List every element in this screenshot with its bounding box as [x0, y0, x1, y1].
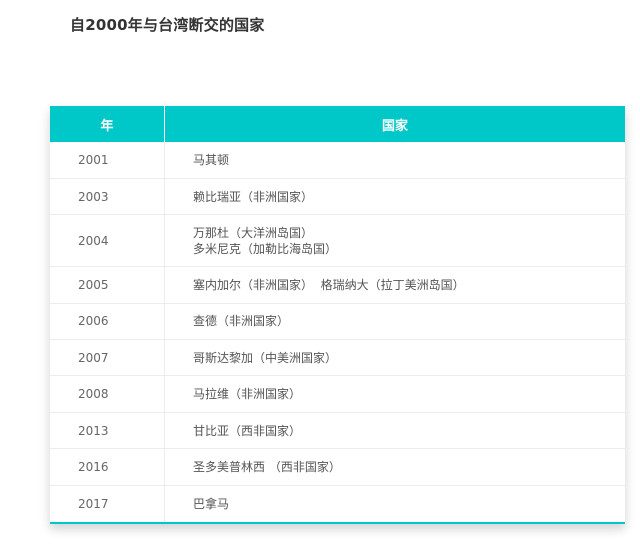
page-title: 自2000年与台湾断交的国家	[70, 16, 265, 34]
countries-table-card: 年 国家 2001 马其顿 2003 赖比瑞亚（非洲国家） 2004 万那杜（大…	[50, 106, 625, 524]
year-cell: 2006	[50, 303, 165, 341]
country-cell: 圣多美普林西 （西非国家）	[164, 448, 625, 486]
header-year: 年	[50, 106, 165, 142]
table-row: 2008 马拉维（非洲国家）	[50, 375, 625, 413]
country-name: 甘比亚（西非国家）	[193, 423, 302, 438]
country-cell: 马其顿	[164, 142, 625, 179]
country-name: 马拉维（非洲国家）	[193, 387, 302, 402]
year-cell: 2004	[50, 214, 165, 268]
country-cell: 赖比瑞亚（非洲国家）	[164, 178, 625, 216]
country-name: 万那杜（大洋洲岛国）	[193, 225, 314, 240]
table-row: 2001 马其顿	[50, 142, 625, 179]
country-name: 塞内加尔（非洲国家） 格瑞纳大（拉丁美洲岛国）	[193, 277, 465, 292]
country-cell: 马拉维（非洲国家）	[164, 375, 625, 413]
country-cell: 巴拿马	[165, 485, 626, 521]
year-cell: 2005	[50, 266, 165, 304]
country-name: 马其顿	[193, 152, 230, 167]
table-row: 2003 赖比瑞亚（非洲国家）	[50, 178, 625, 216]
country-name: 多米尼克（加勒比海岛国）	[193, 241, 338, 256]
country-cell: 甘比亚（西非国家）	[164, 412, 625, 450]
year-cell: 2008	[50, 375, 165, 413]
year-cell: 2001	[50, 142, 165, 179]
table-body: 2001 马其顿 2003 赖比瑞亚（非洲国家） 2004 万那杜（大洋洲岛国）…	[50, 142, 625, 522]
country-name: 哥斯达黎加（中美洲国家）	[193, 350, 338, 365]
country-cell: 万那杜（大洋洲岛国） 多米尼克（加勒比海岛国）	[164, 214, 625, 268]
country-name: 查德（非洲国家）	[193, 314, 290, 329]
country-name: 赖比瑞亚（非洲国家）	[193, 189, 314, 204]
country-cell: 塞内加尔（非洲国家） 格瑞纳大（拉丁美洲岛国）	[164, 266, 625, 304]
table-row: 2004 万那杜（大洋洲岛国） 多米尼克（加勒比海岛国）	[50, 214, 625, 268]
country-cell: 哥斯达黎加（中美洲国家）	[164, 339, 625, 377]
year-cell: 2003	[50, 178, 165, 216]
country-cell: 查德（非洲国家）	[164, 303, 625, 341]
year-cell: 2016	[50, 448, 165, 486]
year-cell: 2007	[50, 339, 165, 377]
table-row: 2016 圣多美普林西 （西非国家）	[50, 448, 625, 486]
country-name: 圣多美普林西 （西非国家）	[193, 459, 341, 474]
table-row: 2007 哥斯达黎加（中美洲国家）	[50, 339, 625, 377]
table-row: 2013 甘比亚（西非国家）	[50, 412, 625, 450]
table-row: 2017 巴拿马	[50, 485, 626, 522]
table-row: 2006 查德（非洲国家）	[50, 303, 625, 341]
countries-table: 年 国家 2001 马其顿 2003 赖比瑞亚（非洲国家） 2004 万那杜（大…	[50, 106, 625, 522]
year-cell: 2017	[50, 485, 165, 522]
table-header-row: 年 国家	[50, 106, 625, 142]
header-country: 国家	[164, 106, 625, 142]
table-header: 年 国家	[50, 106, 625, 142]
country-name: 巴拿马	[193, 496, 230, 511]
table-row: 2005 塞内加尔（非洲国家） 格瑞纳大（拉丁美洲岛国）	[50, 266, 625, 304]
year-cell: 2013	[50, 412, 165, 450]
